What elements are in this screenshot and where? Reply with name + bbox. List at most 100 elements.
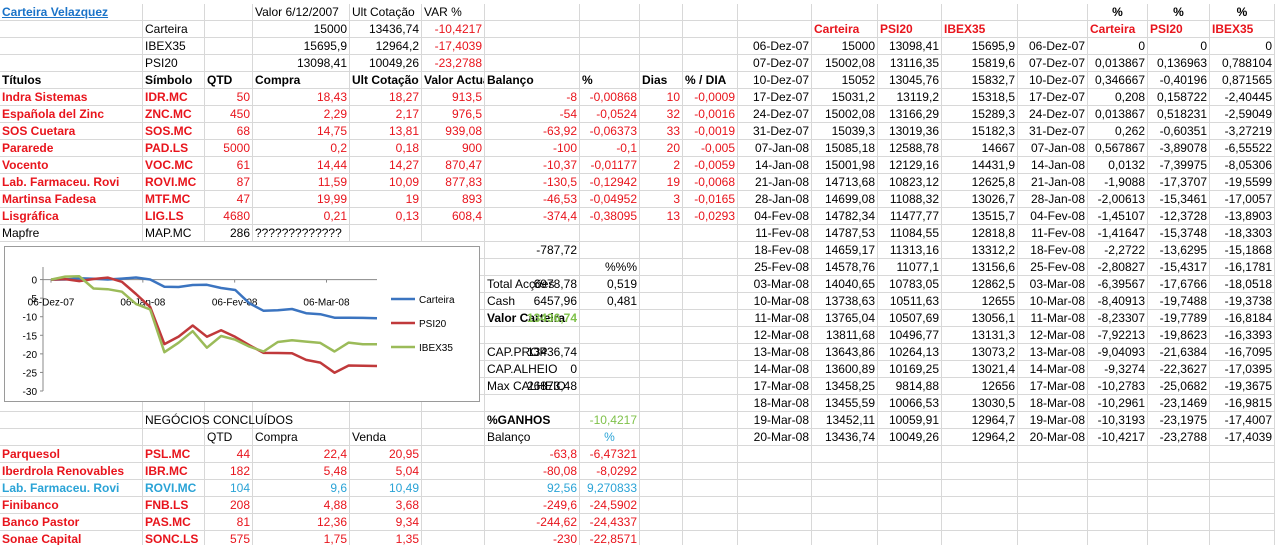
closed-symbol[interactable]: ROVI.MC [143, 480, 205, 497]
holding-symbol[interactable]: ZNC.MC [143, 106, 205, 123]
holding-value[interactable]: 0,21 [253, 208, 350, 225]
empty-cell[interactable] [878, 4, 942, 21]
empty-cell[interactable] [1210, 497, 1275, 514]
empty-cell[interactable] [683, 21, 738, 38]
pct-history-date[interactable]: 19-Mar-08 [1018, 412, 1088, 429]
history-date[interactable]: 11-Fev-08 [738, 225, 812, 242]
pct-history-date[interactable]: 17-Mar-08 [1018, 378, 1088, 395]
empty-cell[interactable] [640, 4, 683, 21]
empty-cell[interactable] [683, 259, 738, 276]
empty-cell[interactable] [1088, 446, 1148, 463]
history-date[interactable]: 25-Fev-08 [738, 259, 812, 276]
empty-cell[interactable] [683, 242, 738, 259]
pct-history-symbol[interactable]: % [1088, 4, 1148, 21]
holding-value[interactable]: -0,06373 [580, 123, 640, 140]
pct-history-ibex35[interactable]: -16,8184 [1210, 310, 1275, 327]
empty-cell[interactable] [683, 531, 738, 545]
empty-cell[interactable] [1018, 446, 1088, 463]
index-current[interactable]: 12964,2 [350, 38, 422, 55]
holding-symbol[interactable]: PAD.LS [143, 140, 205, 157]
pct-history-date[interactable]: 04-Fev-08 [1018, 208, 1088, 225]
empty-cell[interactable] [422, 412, 485, 429]
holding-value[interactable]: 450 [205, 106, 253, 123]
empty-cell[interactable] [1148, 446, 1210, 463]
history-carteira[interactable]: 15031,2 [812, 89, 878, 106]
pct-history-date[interactable]: 11-Mar-08 [1018, 310, 1088, 327]
history-date[interactable]: 28-Jan-08 [738, 191, 812, 208]
holding-value[interactable]: -8 [485, 89, 580, 106]
holding-value[interactable]: -0,005 [683, 140, 738, 157]
pct-history-carteira[interactable]: 0,013867 [1088, 106, 1148, 123]
holding-value[interactable]: 10,09 [350, 174, 422, 191]
empty-cell[interactable] [485, 327, 580, 344]
closed-symbol[interactable]: SONC.LS [143, 531, 205, 545]
holding-value[interactable]: 913,5 [422, 89, 485, 106]
closed-pct[interactable]: 9,270833 [580, 480, 640, 497]
history-psi20[interactable]: 10169,25 [878, 361, 942, 378]
empty-cell[interactable] [1018, 480, 1088, 497]
holdings-header[interactable]: Símbolo [143, 72, 205, 89]
empty-cell[interactable] [143, 4, 205, 21]
empty-cell[interactable] [1148, 531, 1210, 545]
closed-qtd[interactable]: 44 [205, 446, 253, 463]
pct-history-psi20[interactable]: -19,8623 [1148, 327, 1210, 344]
history-psi20[interactable]: 10823,12 [878, 174, 942, 191]
history-psi20[interactable]: 9814,88 [878, 378, 942, 395]
pct-history-carteira[interactable]: -1,41647 [1088, 225, 1148, 242]
history-date[interactable]: 04-Fev-08 [738, 208, 812, 225]
empty-cell[interactable] [422, 429, 485, 446]
holding-value[interactable]: 18,27 [350, 89, 422, 106]
empty-cell[interactable] [738, 531, 812, 545]
pct-history-carteira[interactable]: -2,80827 [1088, 259, 1148, 276]
history-ibex35[interactable]: 15695,9 [942, 38, 1018, 55]
pct-history-ibex35[interactable]: -13,8903 [1210, 208, 1275, 225]
closed-symbol[interactable]: PSL.MC [143, 446, 205, 463]
history-ibex35[interactable]: 13026,7 [942, 191, 1018, 208]
empty-cell[interactable] [942, 480, 1018, 497]
holding-symbol[interactable]: IDR.MC [143, 89, 205, 106]
empty-cell[interactable] [942, 531, 1018, 545]
holding-name[interactable]: Española del Zinc [0, 106, 143, 123]
closed-name[interactable]: Sonae Capital [0, 531, 143, 545]
pct-history-date[interactable]: 10-Dez-07 [1018, 72, 1088, 89]
history-carteira[interactable]: 14578,76 [812, 259, 878, 276]
empty-cell[interactable] [640, 293, 683, 310]
history-ibex35[interactable]: 15832,7 [942, 72, 1018, 89]
holding-name[interactable]: Vocento [0, 157, 143, 174]
holding-value[interactable]: -63,92 [485, 123, 580, 140]
pct-history-psi20[interactable]: -15,3461 [1148, 191, 1210, 208]
history-carteira[interactable]: 13738,63 [812, 293, 878, 310]
closed-pct[interactable]: -6,47321 [580, 446, 640, 463]
empty-cell[interactable] [1088, 463, 1148, 480]
pct-history-date[interactable]: 06-Dez-07 [1018, 38, 1088, 55]
history-date[interactable]: 21-Jan-08 [738, 174, 812, 191]
holding-value[interactable]: 608,4 [422, 208, 485, 225]
pct-history-ibex35[interactable]: 0,871565 [1210, 72, 1275, 89]
closed-compra[interactable]: 1,75 [253, 531, 350, 545]
history-ibex35[interactable]: 12625,8 [942, 174, 1018, 191]
closed-compra[interactable]: 4,88 [253, 497, 350, 514]
pct-history-carteira[interactable]: -1,45107 [1088, 208, 1148, 225]
closed-compra[interactable]: 12,36 [253, 514, 350, 531]
empty-cell[interactable] [1148, 497, 1210, 514]
pct-history-psi20[interactable]: -19,7789 [1148, 310, 1210, 327]
empty-cell[interactable] [1210, 446, 1275, 463]
empty-cell[interactable] [640, 514, 683, 531]
empty-cell[interactable] [942, 514, 1018, 531]
pct-history-date[interactable]: 12-Mar-08 [1018, 327, 1088, 344]
history-ibex35[interactable]: 13073,2 [942, 344, 1018, 361]
empty-cell[interactable] [683, 395, 738, 412]
history-psi20[interactable]: 10049,26 [878, 429, 942, 446]
pct-history-date[interactable]: 18-Mar-08 [1018, 395, 1088, 412]
closed-balanco[interactable]: -63,8 [485, 446, 580, 463]
empty-cell[interactable] [640, 242, 683, 259]
empty-cell[interactable] [683, 344, 738, 361]
pct-history-psi20[interactable]: -17,3707 [1148, 174, 1210, 191]
holding-value[interactable]: 13 [640, 208, 683, 225]
holding-value[interactable]: 14,27 [350, 157, 422, 174]
closed-venda[interactable]: 5,04 [350, 463, 422, 480]
empty-cell[interactable] [350, 412, 422, 429]
holding-value[interactable]: -10,37 [485, 157, 580, 174]
cap-value[interactable]: 26873,48 [485, 378, 580, 395]
holding-value[interactable]: 939,08 [422, 123, 485, 140]
